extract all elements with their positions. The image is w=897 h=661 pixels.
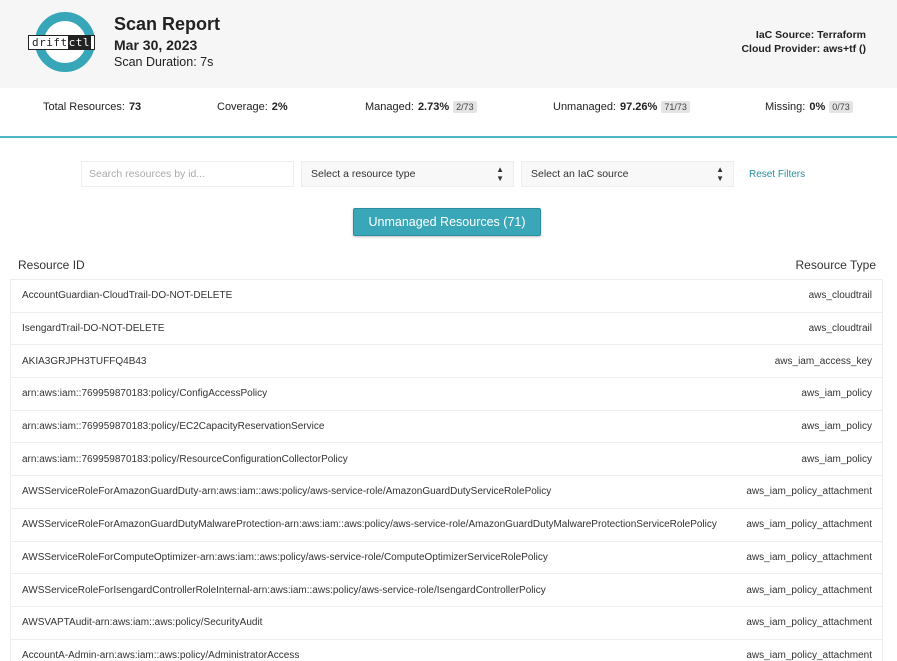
resource-id: arn:aws:iam::769959870183:policy/ConfigA…	[22, 388, 268, 400]
iac-source-select-label: Select an IaC source	[531, 168, 629, 180]
resource-type: aws_iam_policy_attachment	[746, 519, 872, 531]
resource-id: AWSServiceRoleForAmazonGuardDuty-arn:aws…	[22, 486, 552, 498]
stat-missing-badge: 0/73	[829, 101, 853, 113]
scan-meta: IaC Source: Terraform Cloud Provider: aw…	[741, 28, 866, 56]
resources-table: AccountGuardian-CloudTrail-DO-NOT-DELETE…	[10, 279, 883, 661]
driftctl-logo: drift ctl	[28, 12, 100, 72]
resource-type: aws_iam_policy	[801, 388, 872, 400]
stat-managed-badge: 2/73	[453, 101, 477, 113]
table-row: AKIA3GRJPH3TUFFQ4B43 aws_iam_access_key	[10, 345, 883, 379]
report-header: drift ctl Scan Report Mar 30, 2023 Scan D…	[0, 0, 897, 88]
table-row: AccountA-Admin-arn:aws:iam::aws:policy/A…	[10, 639, 883, 661]
stat-total: Total Resources: 73	[43, 100, 141, 114]
resource-type: aws_iam_policy	[801, 421, 872, 433]
resource-id: AWSVAPTAudit-arn:aws:iam::aws:policy/Sec…	[22, 617, 263, 629]
reset-filters-link[interactable]: Reset Filters	[749, 169, 805, 180]
resource-id: AccountA-Admin-arn:aws:iam::aws:policy/A…	[22, 649, 300, 661]
resource-id: AKIA3GRJPH3TUFFQ4B43	[22, 355, 147, 367]
resource-type: aws_iam_policy_attachment	[746, 617, 872, 629]
stat-total-value: 73	[128, 101, 142, 113]
stat-missing-label: Missing:	[765, 101, 806, 113]
resource-id: AWSServiceRoleForComputeOptimizer-arn:aw…	[22, 551, 548, 563]
resource-id: arn:aws:iam::769959870183:policy/Resourc…	[22, 453, 348, 465]
table-row: AWSServiceRoleForAmazonGuardDutyMalwareP…	[10, 508, 883, 542]
stat-missing-value: 0%	[809, 101, 826, 113]
sort-arrows-icon: ▲ ▼	[496, 165, 504, 183]
stat-coverage: Coverage: 2%	[217, 100, 288, 114]
stat-unmanaged: Unmanaged: 97.26% 71/73	[553, 100, 690, 114]
stat-managed: Managed: 2.73% 2/73	[365, 100, 477, 114]
resource-type-select[interactable]: Select a resource type ▲ ▼	[301, 161, 514, 187]
stat-unmanaged-badge: 71/73	[661, 101, 690, 113]
resource-type: aws_iam_policy	[801, 453, 872, 465]
resource-type: aws_iam_access_key	[774, 355, 872, 367]
logo-text-ctl: ctl	[67, 36, 91, 49]
resource-type: aws_cloudtrail	[808, 323, 872, 335]
resource-id: IsengardTrail-DO-NOT-DELETE	[22, 323, 165, 335]
stat-unmanaged-label: Unmanaged:	[553, 101, 616, 113]
page-title: Scan Report	[114, 14, 221, 34]
cloud-provider: Cloud Provider: aws+tf ()	[741, 43, 866, 55]
resource-id: AWSServiceRoleForIsengardControllerRoleI…	[22, 584, 546, 596]
resource-type: aws_iam_policy_attachment	[746, 486, 872, 498]
iac-source: IaC Source: Terraform	[755, 29, 866, 41]
table-row: AWSVAPTAudit-arn:aws:iam::aws:policy/Sec…	[10, 606, 883, 640]
logo-text-drift: drift	[32, 36, 68, 49]
table-row: AWSServiceRoleForComputeOptimizer-arn:aw…	[10, 541, 883, 575]
stats-bar: Total Resources: 73 Coverage: 2% Managed…	[0, 88, 897, 138]
resource-type: aws_iam_policy_attachment	[746, 649, 872, 661]
iac-source-select[interactable]: Select an IaC source ▲ ▼	[521, 161, 734, 187]
stat-coverage-value: 2%	[271, 101, 288, 113]
resource-type: aws_iam_policy_attachment	[746, 584, 872, 596]
sort-arrows-icon: ▲ ▼	[716, 165, 724, 183]
column-header-resource-id: Resource ID	[18, 258, 85, 272]
resource-id: AWSServiceRoleForAmazonGuardDutyMalwareP…	[22, 519, 717, 531]
column-header-resource-type: Resource Type	[795, 258, 877, 272]
stat-unmanaged-value: 97.26%	[620, 101, 658, 113]
filter-bar: Select a resource type ▲▼ Select an IaC …	[0, 161, 897, 187]
table-row: AWSServiceRoleForAmazonGuardDuty-arn:aws…	[10, 476, 883, 509]
table-row: arn:aws:iam::769959870183:policy/ConfigA…	[10, 378, 883, 411]
scan-duration: Scan Duration: 7s	[114, 55, 214, 69]
resource-id: AccountGuardian-CloudTrail-DO-NOT-DELETE	[22, 290, 233, 302]
stat-total-label: Total Resources:	[43, 101, 125, 113]
scan-date: Mar 30, 2023	[114, 37, 198, 53]
stat-managed-label: Managed:	[365, 101, 414, 113]
table-row: arn:aws:iam::769959870183:policy/Resourc…	[10, 443, 883, 477]
resource-id: arn:aws:iam::769959870183:policy/EC2Capa…	[22, 421, 325, 433]
resource-type: aws_cloudtrail	[808, 290, 872, 302]
search-input[interactable]	[81, 161, 294, 187]
stat-missing: Missing: 0% 0/73	[765, 100, 853, 114]
stat-coverage-label: Coverage:	[217, 101, 268, 113]
unmanaged-resources-button[interactable]: Unmanaged Resources (71)	[353, 208, 541, 236]
table-row: AWSServiceRoleForIsengardControllerRoleI…	[10, 574, 883, 607]
table-row: IsengardTrail-DO-NOT-DELETE aws_cloudtrai…	[10, 312, 883, 346]
stat-managed-value: 2.73%	[417, 101, 450, 113]
resource-type: aws_iam_policy_attachment	[746, 551, 872, 563]
resource-type-select-label: Select a resource type	[311, 168, 416, 180]
table-row: AccountGuardian-CloudTrail-DO-NOT-DELETE…	[10, 280, 883, 313]
table-row: arn:aws:iam::769959870183:policy/EC2Capa…	[10, 410, 883, 444]
logo-wordmark: drift ctl	[28, 35, 95, 50]
